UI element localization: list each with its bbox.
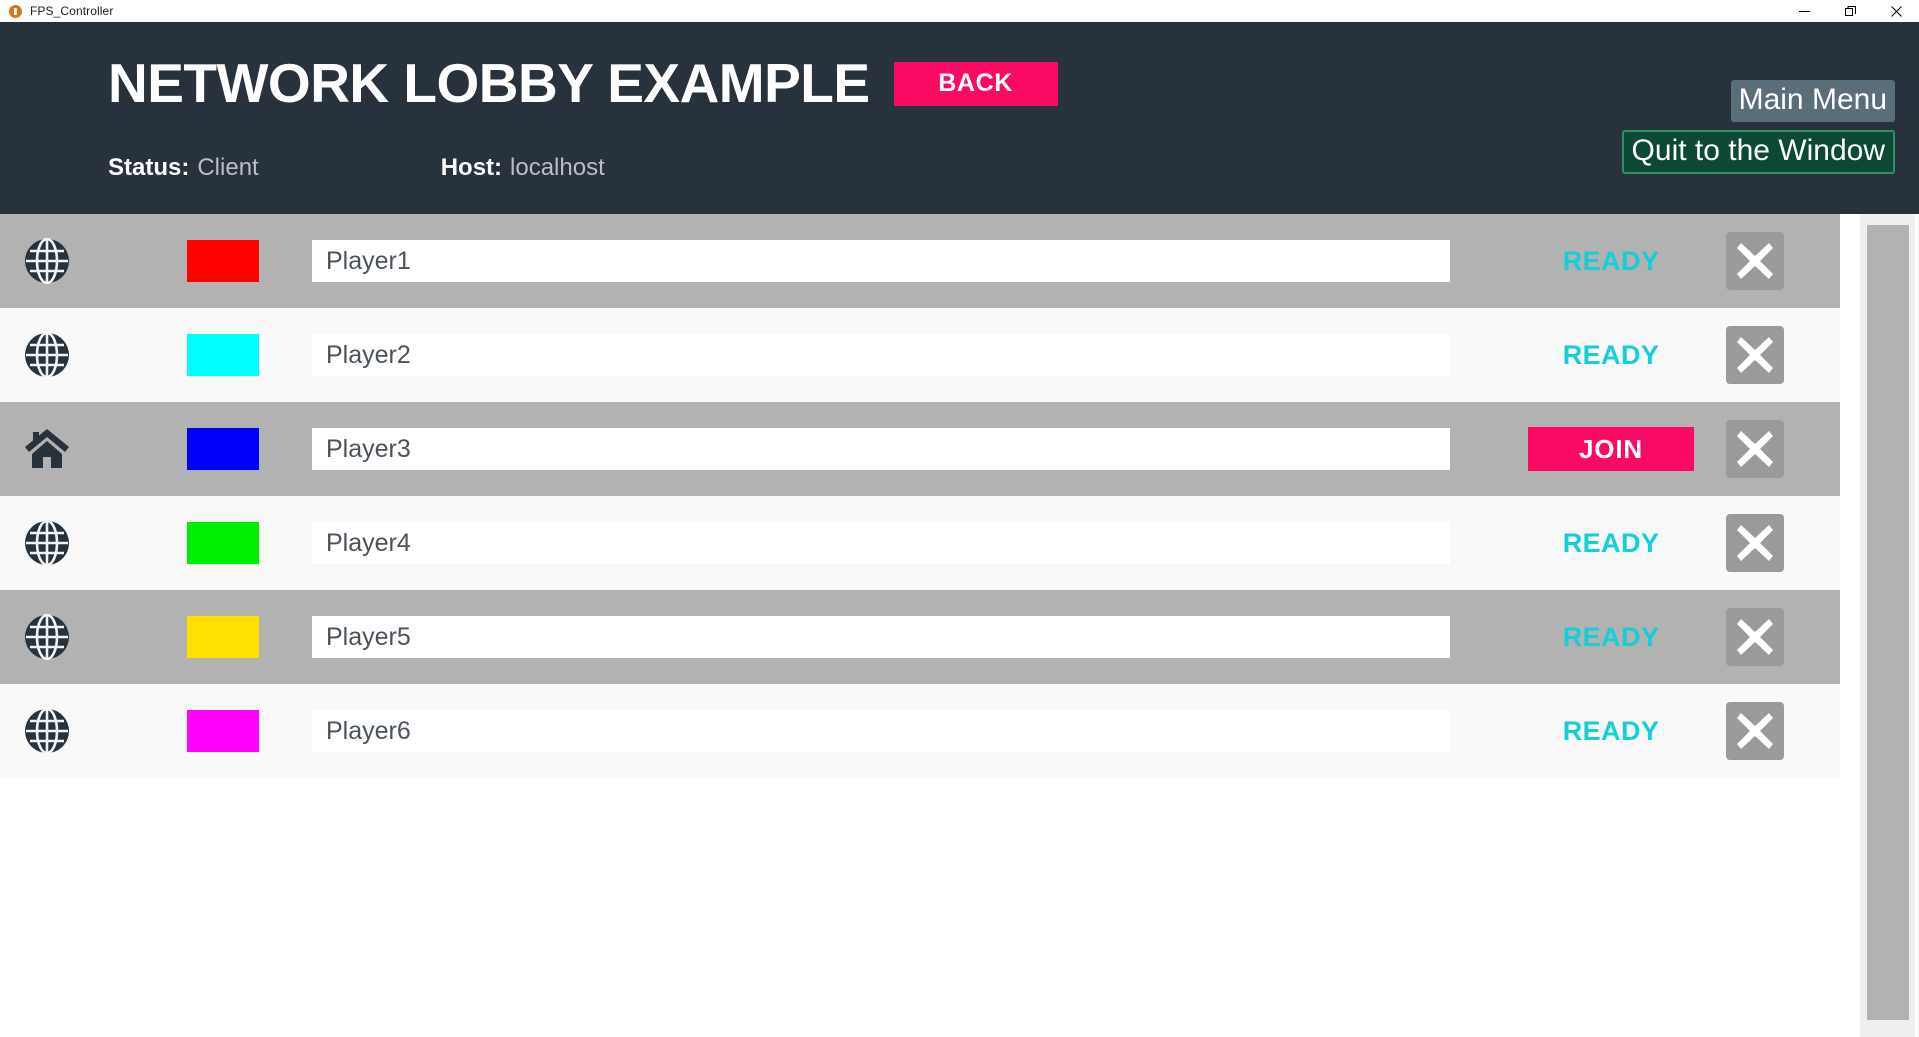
globe-icon: [25, 520, 69, 566]
app-icon: [9, 4, 22, 18]
player-name-value: Player5: [326, 622, 411, 651]
host-label: Host:: [440, 154, 503, 181]
back-button[interactable]: BACK: [893, 61, 1058, 106]
remove-player-button[interactable]: [1726, 514, 1784, 572]
globe-icon: [25, 238, 69, 284]
header-actions: Main Menu Quit to the Window: [1621, 80, 1895, 174]
ready-status-label: READY: [1562, 339, 1660, 370]
globe-icon: [25, 614, 69, 660]
scrollbar-thumb[interactable]: [1867, 225, 1909, 1020]
client-indicator: [0, 614, 94, 660]
player-row: Player4 READY: [0, 496, 1840, 590]
player-row: Player6 READY: [0, 684, 1840, 778]
player-status-cell: READY: [1528, 340, 1694, 371]
player-status-cell: READY: [1528, 246, 1694, 277]
window-titlebar: FPS_Controller: [0, 0, 1919, 22]
scrollbar-track[interactable]: [1860, 214, 1915, 1037]
window-controls: [1781, 0, 1919, 22]
ready-status-label: READY: [1562, 245, 1660, 276]
player-row: Player1 READY: [0, 214, 1840, 308]
player-status-cell: READY: [1528, 528, 1694, 559]
player-name-input[interactable]: Player1: [312, 240, 1450, 282]
globe-icon: [25, 332, 69, 378]
player-name-value: Player2: [326, 340, 411, 369]
status-group: Status: Client: [108, 154, 259, 182]
player-name-input[interactable]: Player4: [312, 522, 1450, 564]
status-label: Status:: [108, 154, 190, 181]
back-button-label: BACK: [938, 69, 1013, 97]
close-icon: [1737, 619, 1773, 655]
close-icon: [1890, 5, 1902, 17]
player-status-cell: READY: [1528, 716, 1694, 747]
player-color-swatch[interactable]: [187, 710, 259, 752]
remove-player-button[interactable]: [1726, 232, 1784, 290]
close-icon: [1737, 243, 1773, 279]
minimize-icon: [1798, 10, 1810, 12]
join-button-label: JOIN: [1579, 433, 1643, 464]
join-button[interactable]: JOIN: [1528, 427, 1694, 471]
player-name-input[interactable]: Player2: [312, 334, 1450, 376]
close-icon: [1737, 525, 1773, 561]
client-indicator: [0, 332, 94, 378]
host-group: Host: localhost: [441, 154, 605, 182]
remove-player-button[interactable]: [1726, 702, 1784, 760]
player-list: Player1 READY Player2 READY Player3 JOIN Playe…: [0, 214, 1840, 1037]
lobby-meta: Status: Client Host: localhost: [108, 154, 605, 182]
player-name-value: Player6: [326, 716, 411, 745]
globe-icon: [25, 708, 69, 754]
title-row: NETWORK LOBBY EXAMPLE BACK: [108, 56, 1058, 111]
player-color-swatch[interactable]: [187, 522, 259, 564]
player-name-input[interactable]: Player6: [312, 710, 1450, 752]
player-name-value: Player4: [326, 528, 411, 557]
ready-status-label: READY: [1562, 527, 1660, 558]
close-icon: [1737, 431, 1773, 467]
main-menu-button[interactable]: Main Menu: [1730, 80, 1895, 122]
player-status-cell: JOIN: [1528, 427, 1694, 471]
player-name-value: Player3: [326, 434, 411, 463]
window-title: FPS_Controller: [30, 4, 114, 18]
player-color-swatch[interactable]: [187, 334, 259, 376]
client-indicator: [0, 708, 94, 754]
host-value: localhost: [510, 154, 605, 181]
player-row: Player3 JOIN: [0, 402, 1840, 496]
remove-player-button[interactable]: [1726, 420, 1784, 478]
minimize-button[interactable]: [1781, 0, 1827, 22]
maximize-button[interactable]: [1827, 0, 1873, 22]
player-status-cell: READY: [1528, 622, 1694, 653]
player-color-swatch[interactable]: [187, 616, 259, 658]
game-viewport: NETWORK LOBBY EXAMPLE BACK Status: Clien…: [0, 22, 1919, 1037]
ready-status-label: READY: [1562, 621, 1660, 652]
close-button[interactable]: [1873, 0, 1919, 22]
status-value: Client: [197, 154, 259, 181]
player-row: Player2 READY: [0, 308, 1840, 402]
page-title: NETWORK LOBBY EXAMPLE: [108, 52, 870, 114]
client-indicator: [0, 238, 94, 284]
home-icon: [25, 429, 69, 468]
host-indicator: [0, 427, 94, 471]
player-name-input[interactable]: Player3: [312, 428, 1450, 470]
player-row: Player5 READY: [0, 590, 1840, 684]
restore-icon: [1844, 5, 1856, 16]
quit-to-window-button[interactable]: Quit to the Window: [1621, 130, 1895, 174]
close-icon: [1737, 337, 1773, 373]
player-name-value: Player1: [326, 246, 411, 275]
player-name-input[interactable]: Player5: [312, 616, 1450, 658]
close-icon: [1737, 713, 1773, 749]
remove-player-button[interactable]: [1726, 326, 1784, 384]
scrollbar-area: [1840, 214, 1919, 1037]
ready-status-label: READY: [1562, 715, 1660, 746]
player-color-swatch[interactable]: [187, 240, 259, 282]
lobby-header: NETWORK LOBBY EXAMPLE BACK Status: Clien…: [0, 22, 1919, 214]
remove-player-button[interactable]: [1726, 608, 1784, 666]
client-indicator: [0, 520, 94, 566]
player-color-swatch[interactable]: [187, 428, 259, 470]
